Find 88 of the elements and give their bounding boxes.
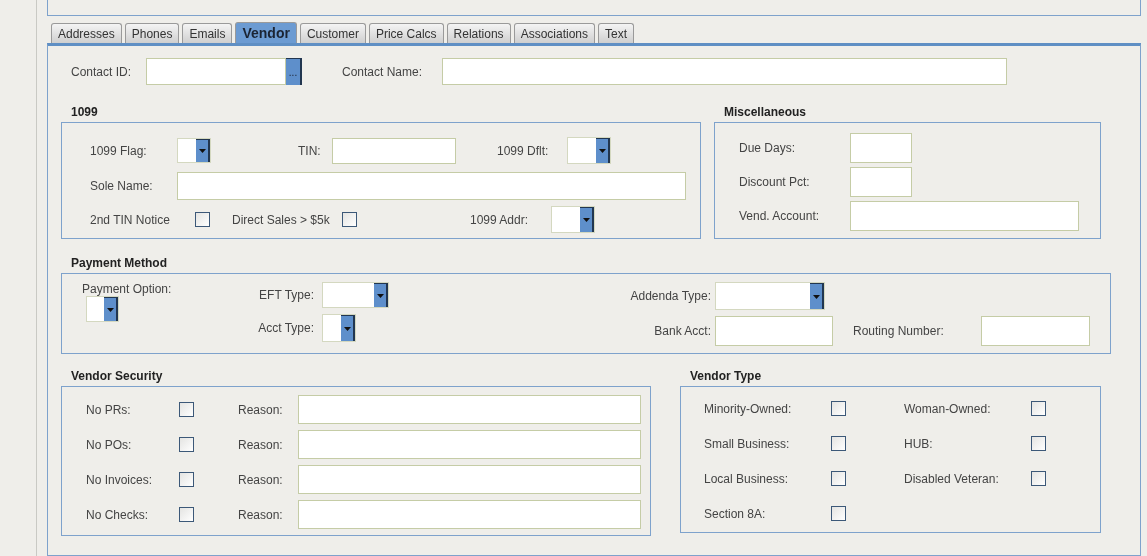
field-label: Vend. Account: [739, 209, 821, 223]
field-label: Reason: [238, 437, 284, 452]
caret-icon [812, 294, 820, 299]
tab[interactable]: Addresses [51, 23, 122, 43]
field-label: Acct Type: [257, 321, 315, 335]
caret-icon [106, 307, 114, 312]
section-heading: Payment Method [71, 256, 168, 270]
lookup-button[interactable]: ... [286, 58, 302, 85]
checkbox[interactable] [831, 436, 846, 451]
field-label: Minority-Owned: [704, 401, 793, 416]
field-label: No POs: [86, 437, 133, 452]
field-label: Local Business: [704, 471, 790, 486]
field-label: Small Business: [704, 436, 791, 451]
checkbox[interactable] [179, 437, 194, 452]
caret-icon [582, 218, 590, 222]
tab[interactable]: Relations [446, 23, 511, 43]
field-label: No Checks: [86, 507, 150, 522]
field-label: Reason: [238, 507, 284, 522]
text-field[interactable] [177, 172, 686, 200]
checkbox[interactable] [179, 402, 194, 417]
text-field[interactable] [850, 167, 912, 197]
field-label: Reason: [238, 402, 284, 417]
dropdown-field[interactable] [177, 138, 211, 163]
field-label: Woman-Owned: [904, 401, 992, 416]
field-label: Section 8A: [704, 506, 767, 521]
field-label: Due Days: [739, 141, 797, 155]
caret-icon [376, 293, 384, 298]
section-heading: Miscellaneous [724, 105, 808, 119]
text-field[interactable] [146, 58, 286, 85]
caret-icon [598, 149, 606, 153]
field-label: Reason: [238, 472, 284, 487]
section-heading: Vendor Security [71, 369, 164, 383]
tab[interactable]: Associations [513, 23, 595, 43]
tab[interactable]: Emails [182, 23, 233, 43]
checkbox[interactable] [342, 212, 357, 227]
field-label: Disabled Veteran: [904, 471, 1000, 486]
field-label: No PRs: [86, 402, 132, 417]
field-label: Payment Option: [82, 282, 173, 296]
dropdown-field[interactable] [322, 282, 389, 308]
text-field[interactable] [850, 133, 912, 163]
checkbox[interactable] [195, 212, 210, 227]
text-field[interactable] [981, 316, 1090, 346]
field-label: 1099 Dflt: [497, 143, 550, 158]
field-label: Contact ID: [71, 64, 133, 79]
tab[interactable]: Phones [124, 23, 180, 43]
checkbox[interactable] [831, 471, 846, 486]
text-field[interactable] [850, 201, 1079, 231]
tab[interactable]: Customer [299, 23, 366, 43]
field-label: Bank Acct: [653, 324, 712, 338]
field-label: EFT Type: [258, 288, 315, 302]
field-label: Discount Pct: [739, 175, 811, 189]
checkbox[interactable] [1031, 436, 1046, 451]
field-label: Addenda Type: [629, 289, 712, 303]
checkbox[interactable] [1031, 471, 1046, 486]
field-label: 2nd TIN Notice [90, 212, 171, 227]
field-label: Direct Sales > $5k [232, 212, 331, 227]
dropdown-field[interactable] [715, 282, 825, 310]
field-label: Routing Number: [853, 324, 945, 338]
checkbox[interactable] [179, 472, 194, 487]
checkbox[interactable] [831, 401, 846, 416]
tab[interactable]: Text [598, 23, 634, 43]
caret-icon [198, 149, 206, 153]
dropdown-field[interactable] [86, 296, 119, 322]
field-label: TIN: [298, 143, 322, 158]
field-label: 1099 Flag: [90, 143, 148, 158]
section-heading: 1099 [71, 105, 99, 119]
text-field[interactable] [332, 137, 456, 164]
field-label: 1099 Addr: [470, 212, 530, 227]
text-field[interactable] [298, 465, 641, 494]
tab[interactable]: Vendor [235, 22, 297, 43]
field-label: Sole Name: [90, 179, 154, 193]
dropdown-field[interactable] [567, 137, 611, 164]
checkbox[interactable] [831, 506, 846, 521]
field-label: Contact Name: [342, 64, 424, 79]
text-field[interactable] [298, 395, 641, 424]
dropdown-field[interactable] [551, 206, 595, 233]
text-field[interactable] [298, 430, 641, 459]
text-field[interactable] [442, 58, 1007, 85]
text-field[interactable] [298, 500, 641, 529]
caret-icon [343, 326, 351, 331]
field-label: HUB: [904, 436, 934, 451]
text-field[interactable] [715, 316, 833, 346]
checkbox[interactable] [179, 507, 194, 522]
tab[interactable]: Price Calcs [368, 23, 444, 43]
checkbox[interactable] [1031, 401, 1046, 416]
dropdown-field[interactable] [322, 314, 356, 342]
field-label: No Invoices: [86, 472, 154, 487]
section-heading: Vendor Type [690, 369, 763, 383]
